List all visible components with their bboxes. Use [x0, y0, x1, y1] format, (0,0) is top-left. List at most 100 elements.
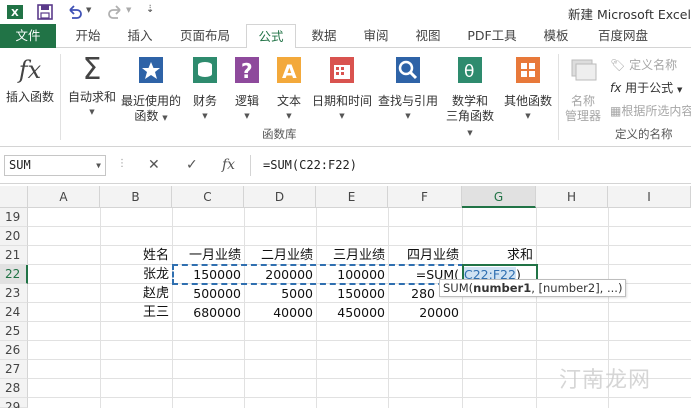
financial-icon — [193, 57, 217, 83]
cell-e22[interactable]: 100000 — [316, 265, 388, 284]
cell-b22[interactable]: 张龙 — [100, 265, 172, 284]
column-header-c[interactable]: C — [172, 186, 244, 208]
column-header-a[interactable]: A — [28, 186, 100, 208]
row-header-29[interactable]: 29 — [0, 398, 28, 408]
tab-review[interactable]: 审阅 — [354, 24, 398, 48]
tab-templates[interactable]: 模板 — [534, 24, 578, 48]
resize-handle-icon[interactable]: ⋮ — [117, 158, 127, 169]
more-functions-icon — [516, 57, 540, 83]
insert-function-button[interactable]: fx 插入函数 — [4, 54, 56, 105]
recently-used-button[interactable]: 最近使用的 函数 ▼ — [120, 54, 182, 126]
save-icon[interactable] — [36, 3, 54, 21]
row-header-19[interactable]: 19 — [0, 208, 28, 227]
cell-e24[interactable]: 450000 — [316, 303, 388, 322]
fx-icon: fx — [18, 56, 42, 84]
row-header-27[interactable]: 27 — [0, 360, 28, 379]
logical-button[interactable]: ? 逻辑 ▼ — [228, 54, 266, 124]
cell-c21[interactable]: 一月业绩 — [172, 246, 244, 265]
cell-c22[interactable]: 150000 — [172, 265, 244, 284]
chevron-down-icon[interactable]: ▼ — [96, 156, 101, 175]
magnifier-icon — [396, 57, 420, 83]
function-argument-tooltip[interactable]: SUM(number1, [number2], ...) — [439, 279, 627, 297]
redo-icon[interactable] — [106, 3, 124, 21]
row-header-23[interactable]: 23 — [0, 284, 28, 303]
row-header-20[interactable]: 20 — [0, 227, 28, 246]
excel-logo-icon: X — [7, 5, 23, 19]
tab-file[interactable]: 文件 — [0, 24, 56, 48]
text-button[interactable]: A 文本 ▼ — [270, 54, 308, 124]
column-header-d[interactable]: D — [244, 186, 316, 208]
cell-d22[interactable]: 200000 — [244, 265, 316, 284]
recently-used-label-1: 最近使用的 — [120, 94, 181, 108]
undo-dropdown-icon[interactable]: ▼ — [86, 6, 91, 14]
tab-view[interactable]: 视图 — [406, 24, 450, 48]
more-functions-button[interactable]: 其他函数 ▼ — [502, 54, 554, 124]
chevron-down-icon: ▼ — [525, 112, 531, 120]
tab-home[interactable]: 开始 — [66, 24, 110, 48]
name-box[interactable]: SUM ▼ — [4, 155, 106, 176]
define-name-label: 定义名称 — [629, 58, 678, 72]
column-header-g[interactable]: G — [462, 186, 536, 208]
tab-pdf-tools[interactable]: PDF工具 — [460, 24, 524, 48]
define-name-button[interactable]: 🏷 定义名称 — [610, 56, 677, 73]
select-all-corner[interactable] — [0, 186, 28, 208]
cancel-button[interactable]: ✕ — [148, 157, 160, 173]
tab-data[interactable]: 数据 — [302, 24, 346, 48]
text-label: 文本 — [276, 94, 301, 108]
create-from-selection-button[interactable]: ▦根据所选内容 — [610, 102, 691, 119]
cell-e21[interactable]: 三月业绩 — [316, 246, 388, 265]
cell-f24[interactable]: 20000 — [388, 303, 462, 322]
autosum-button[interactable]: Σ 自动求和 ▼ — [66, 54, 118, 120]
cell-e23[interactable]: 150000 — [316, 284, 388, 303]
gridline — [28, 359, 691, 360]
lookup-button[interactable]: 查找与引用 ▼ — [376, 54, 440, 124]
customize-qat-icon[interactable]: ⇣ — [146, 4, 154, 15]
chevron-down-icon: ▼ — [202, 112, 208, 120]
question-icon: ? — [235, 57, 259, 83]
cell-b21[interactable]: 姓名 — [100, 246, 172, 265]
formula-bar: SUM ▼ ⋮ ✕ ✓ fx =SUM(C22:F22) — [0, 148, 691, 184]
insert-function-fx-button[interactable]: fx — [222, 157, 235, 173]
cell-d21[interactable]: 二月业绩 — [244, 246, 316, 265]
undo-icon[interactable] — [66, 3, 84, 21]
cell-f23[interactable]: 280 — [388, 284, 438, 303]
use-in-formula-button[interactable]: fx 用于公式 ▼ — [610, 79, 682, 96]
cell-c23[interactable]: 500000 — [172, 284, 244, 303]
row-header-25[interactable]: 25 — [0, 322, 28, 341]
math-trig-button[interactable]: θ 数学和 三角函数 ▼ — [442, 54, 498, 141]
tab-page-layout[interactable]: 页面布局 — [172, 24, 238, 48]
column-header-f[interactable]: F — [388, 186, 462, 208]
financial-button[interactable]: 财务 ▼ — [186, 54, 224, 124]
column-header-h[interactable]: H — [536, 186, 608, 208]
column-header-e[interactable]: E — [316, 186, 388, 208]
tab-baidu-netdisk[interactable]: 百度网盘 — [588, 24, 658, 48]
tooltip-function-name[interactable]: SUM( — [443, 281, 473, 295]
row-header-28[interactable]: 28 — [0, 379, 28, 398]
datetime-button[interactable]: 日期和时间 ▼ — [310, 54, 374, 124]
create-from-selection-label: 根据所选内容 — [621, 104, 691, 118]
redo-dropdown-icon[interactable]: ▼ — [126, 6, 131, 14]
column-header-b[interactable]: B — [100, 186, 172, 208]
cell-d23[interactable]: 5000 — [244, 284, 316, 303]
row-header-21[interactable]: 21 — [0, 246, 28, 265]
cell-c24[interactable]: 680000 — [172, 303, 244, 322]
column-header-i[interactable]: I — [608, 186, 691, 208]
sigma-icon: Σ — [82, 52, 102, 87]
name-manager-button[interactable]: 名称 管理器 — [562, 54, 604, 124]
enter-button[interactable]: ✓ — [186, 157, 198, 173]
grid-icon: ▦ — [610, 104, 622, 118]
cell-b24[interactable]: 王三 — [100, 303, 172, 322]
formula-input[interactable]: =SUM(C22:F22) — [250, 155, 691, 176]
cell-d24[interactable]: 40000 — [244, 303, 316, 322]
cell-f21[interactable]: 四月业绩 — [388, 246, 462, 265]
row-header-22[interactable]: 22 — [0, 265, 28, 284]
tooltip-current-argument[interactable]: number1 — [473, 281, 531, 295]
row-header-24[interactable]: 24 — [0, 303, 28, 322]
lookup-label: 查找与引用 — [377, 94, 438, 108]
cell-g21[interactable]: 求和 — [462, 246, 536, 265]
tab-formulas[interactable]: 公式 — [246, 24, 296, 49]
cell-b23[interactable]: 赵虎 — [100, 284, 172, 303]
insert-function-label: 插入函数 — [5, 90, 54, 104]
tab-insert[interactable]: 插入 — [118, 24, 162, 48]
row-header-26[interactable]: 26 — [0, 341, 28, 360]
